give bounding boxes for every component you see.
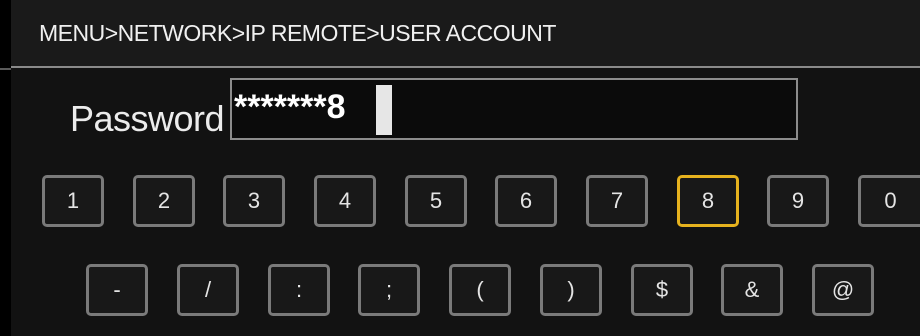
key-0[interactable]: 0 [858,175,920,227]
screen: MENU>NETWORK>IP REMOTE>USER ACCOUNT Pass… [0,0,920,336]
left-edge-bar [0,0,11,336]
text-cursor [376,85,392,135]
key-close-paren[interactable]: ) [540,264,602,316]
key-semicolon[interactable]: ; [358,264,420,316]
key-2[interactable]: 2 [133,175,195,227]
key-open-paren[interactable]: ( [449,264,511,316]
key-7[interactable]: 7 [586,175,648,227]
key-3[interactable]: 3 [223,175,285,227]
key-8[interactable]: 8 [677,175,739,227]
key-4[interactable]: 4 [314,175,376,227]
key-6[interactable]: 6 [495,175,557,227]
key-hyphen[interactable]: - [86,264,148,316]
key-9[interactable]: 9 [767,175,829,227]
password-value: *******8 [234,88,346,126]
key-dollar[interactable]: $ [631,264,693,316]
menu-header: MENU>NETWORK>IP REMOTE>USER ACCOUNT [11,0,920,68]
password-label: Password [70,98,225,139]
key-at[interactable]: @ [812,264,874,316]
breadcrumb: MENU>NETWORK>IP REMOTE>USER ACCOUNT [39,20,556,46]
key-ampersand[interactable]: & [721,264,783,316]
password-field[interactable]: *******8 [230,78,798,140]
key-5[interactable]: 5 [405,175,467,227]
key-colon[interactable]: : [268,264,330,316]
key-slash[interactable]: / [177,264,239,316]
key-1[interactable]: 1 [42,175,104,227]
